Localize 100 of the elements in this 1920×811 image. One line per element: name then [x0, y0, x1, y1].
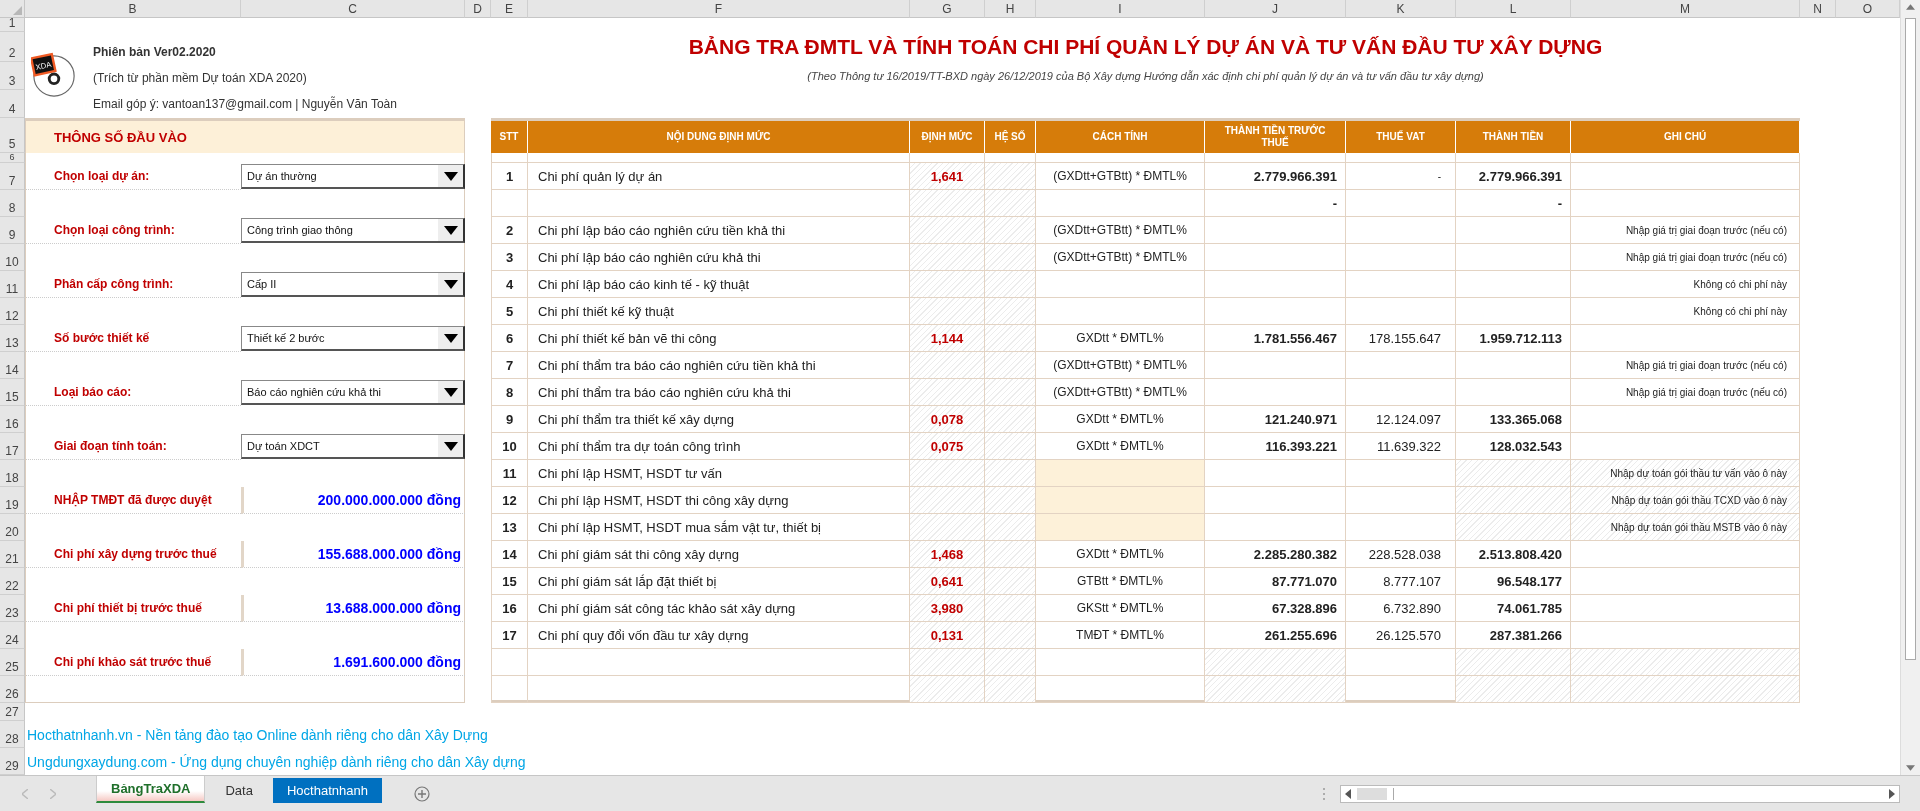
column-header[interactable]: J — [1205, 0, 1346, 18]
table-cell: (GXDtt+GTBtt) * ĐMTL% — [1036, 163, 1205, 190]
row-header[interactable]: 23 — [0, 595, 25, 622]
rate-cell: 3,980 — [910, 595, 985, 622]
hatched-cell — [985, 460, 1036, 487]
row-header[interactable]: 7 — [0, 163, 25, 190]
row-header[interactable]: 22 — [0, 568, 25, 595]
column-header[interactable]: C — [241, 0, 465, 18]
select-all-button[interactable] — [0, 0, 25, 18]
row-number-cell: 17 — [491, 622, 528, 649]
row-header[interactable]: 4 — [0, 90, 25, 118]
column-header[interactable]: M — [1571, 0, 1800, 18]
table-cell: 2.285.280.382 — [1205, 541, 1346, 568]
row-number-cell: 2 — [491, 217, 528, 244]
row-header[interactable]: 14 — [0, 352, 25, 379]
hatched-cell — [985, 271, 1036, 298]
previous-sheet-icon[interactable] — [22, 788, 28, 799]
sheet-tab[interactable]: Hocthatnhanh — [272, 778, 382, 803]
column-header[interactable]: L — [1456, 0, 1571, 18]
table-cell: 1.781.556.467 — [1205, 325, 1346, 352]
column-header[interactable]: D — [465, 0, 491, 18]
field-label: NHẬP TMĐT đã được duyệt — [26, 487, 241, 514]
row-header[interactable]: 2 — [0, 32, 25, 62]
row-header[interactable]: 1 — [0, 18, 25, 32]
table-cell: TMĐT * ĐMTL% — [1036, 622, 1205, 649]
note-cell: Nhập giá trị giai đoạn trước (nếu có) — [1571, 379, 1800, 406]
column-header[interactable]: H — [985, 0, 1036, 18]
vertical-scrollbar[interactable] — [1900, 0, 1920, 775]
column-heading: ĐỊNH MỨC — [910, 121, 985, 153]
row-header[interactable]: 27 — [0, 703, 25, 721]
scroll-right-icon[interactable] — [1889, 788, 1895, 799]
splitter-icon[interactable] — [1322, 786, 1326, 801]
dropdown-arrow-icon — [443, 387, 458, 397]
scrollbar-thumb[interactable] — [1357, 787, 1387, 800]
rate-cell: 0,641 — [910, 568, 985, 595]
hatched-cell — [985, 244, 1036, 271]
row-header[interactable]: 21 — [0, 541, 25, 568]
column-header[interactable]: F — [528, 0, 910, 18]
table-cell: Chi phí thẩm tra dự toán công trình — [528, 433, 910, 460]
row-header[interactable]: 17 — [0, 433, 25, 460]
column-header[interactable]: B — [25, 0, 241, 18]
column-header[interactable]: K — [1346, 0, 1456, 18]
row-header[interactable]: 29 — [0, 748, 25, 775]
row-header[interactable]: 3 — [0, 62, 25, 90]
table-cell: Chi phí lập báo cáo kinh tế - kỹ thuật — [528, 271, 910, 298]
dropdown[interactable]: Thiết kế 2 bước — [241, 326, 465, 351]
dropdown[interactable]: Công trình giao thông — [241, 218, 465, 243]
row-header[interactable]: 10 — [0, 244, 25, 271]
hatched-cell — [985, 406, 1036, 433]
column-header[interactable]: N — [1800, 0, 1836, 18]
table-cell: 96.548.177 — [1456, 568, 1571, 595]
version-text: Phiên bản Ver02.2020 — [93, 45, 217, 59]
row-header[interactable]: 15 — [0, 379, 25, 406]
dropdown-arrow-icon — [443, 171, 458, 181]
row-header[interactable]: 11 — [0, 271, 25, 298]
row-header[interactable]: 9 — [0, 217, 25, 244]
row-number-cell: 9 — [491, 406, 528, 433]
table-cell: 26.125.570 — [1346, 622, 1456, 649]
row-header[interactable]: 16 — [0, 406, 25, 433]
row-header[interactable]: 18 — [0, 460, 25, 487]
row-header[interactable]: 28 — [0, 721, 25, 748]
column-header[interactable]: E — [491, 0, 528, 18]
rate-cell: 1,144 — [910, 325, 985, 352]
row-header[interactable]: 12 — [0, 298, 25, 325]
row-header[interactable]: 13 — [0, 325, 25, 352]
row-header[interactable]: 8 — [0, 190, 25, 217]
dropdown-arrow-icon — [443, 441, 458, 451]
column-header[interactable]: I — [1036, 0, 1205, 18]
row-number-cell: 15 — [491, 568, 528, 595]
table-cell: Chi phí lập HSMT, HSDT mua sắm vật tư, thiết bị — [528, 514, 910, 541]
hatched-cell — [985, 568, 1036, 595]
table-cell: 67.328.896 — [1205, 595, 1346, 622]
row-header[interactable]: 25 — [0, 649, 25, 676]
add-sheet-icon[interactable] — [413, 785, 430, 802]
table-cell: Chi phí thẩm tra thiết kế xây dựng — [528, 406, 910, 433]
scroll-left-icon[interactable] — [1345, 788, 1351, 799]
sheet-tab[interactable]: Data — [211, 778, 267, 803]
sheet-title: BẢNG TRA ĐMTL VÀ TÍNH TOÁN CHI PHÍ QUẢN LÝ DỰ ÁN VÀ TƯ VẤN ĐẦU TƯ XÂY DỰNG — [687, 35, 1604, 59]
column-header[interactable]: G — [910, 0, 985, 18]
horizontal-scrollbar[interactable] — [1340, 784, 1900, 803]
table-cell: 2.779.966.391 — [1205, 163, 1346, 190]
row-header[interactable]: 5 — [0, 118, 25, 153]
row-header[interactable]: 20 — [0, 514, 25, 541]
scroll-down-icon[interactable] — [1906, 765, 1915, 771]
rate-cell: 1,641 — [910, 163, 985, 190]
dropdown[interactable]: Báo cáo nghiên cứu khả thi — [241, 380, 465, 405]
scrollbar-thumb[interactable] — [1905, 18, 1916, 660]
dropdown[interactable]: Cấp II — [241, 272, 465, 297]
row-header[interactable]: 6 — [0, 153, 25, 163]
hatched-cell — [985, 595, 1036, 622]
next-sheet-icon[interactable] — [50, 788, 56, 799]
column-header[interactable]: O — [1836, 0, 1900, 18]
dropdown[interactable]: Dự án thường — [241, 164, 465, 189]
row-header[interactable]: 19 — [0, 487, 25, 514]
dropdown[interactable]: Dự toán XDCT — [241, 434, 465, 459]
sheet-tab[interactable]: BảngTraXDA — [96, 776, 206, 803]
scroll-up-icon[interactable] — [1906, 4, 1915, 10]
table-cell: 121.240.971 — [1205, 406, 1346, 433]
row-header[interactable]: 24 — [0, 622, 25, 649]
row-header[interactable]: 26 — [0, 676, 25, 703]
